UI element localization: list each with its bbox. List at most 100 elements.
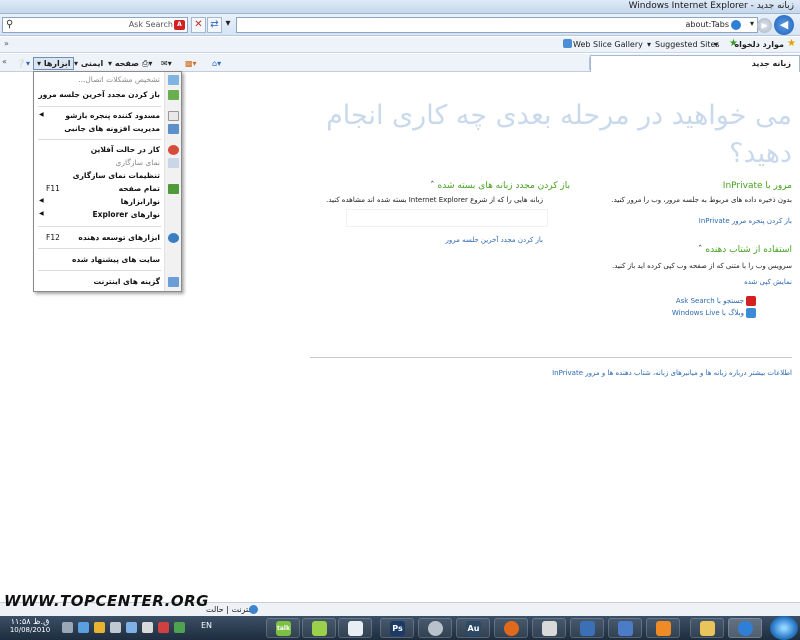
search-icon[interactable]: ⚲	[6, 19, 13, 30]
submenu-arrow-icon: ◀	[39, 197, 44, 204]
overflow-chevron-icon[interactable]: «	[2, 57, 7, 66]
taskbar-app-audition[interactable]: Au	[456, 618, 490, 638]
volume-icon[interactable]	[110, 622, 121, 633]
menu-separator	[38, 106, 161, 107]
forward-button[interactable]: ▶	[757, 18, 772, 33]
menu-item-compatibility-view[interactable]: نمای سازگاری	[34, 157, 182, 169]
chevron-down-icon: ▾	[37, 59, 44, 68]
accelerator-windows-live[interactable]: وبلاگ با Windows Live	[672, 309, 744, 317]
web-slice-icon	[563, 39, 572, 48]
inprivate-link[interactable]: باز کردن پنجره مرور InPrivate	[699, 217, 792, 225]
network-tray-icon[interactable]	[78, 622, 89, 633]
tab-title: زبانه جدید	[751, 59, 791, 68]
fav-suggested-sites[interactable]: Suggested Sites	[655, 40, 720, 49]
start-button[interactable]	[770, 616, 798, 640]
status-zone-text: اینترنت | حالت	[206, 605, 256, 614]
taskbar-app[interactable]	[532, 618, 566, 638]
language-indicator[interactable]: EN	[201, 621, 212, 630]
print-button[interactable]: ⎙▾	[138, 57, 156, 70]
accelerators-body: سرویس وب را با متنی که از صفحه وب کپی کر…	[612, 262, 792, 270]
menu-item-internet-options[interactable]: گزینه های اینترنت	[34, 276, 182, 288]
menu-separator	[38, 226, 161, 227]
favorites-star-icon[interactable]: ★	[787, 38, 796, 49]
menu-item-popup-blocker[interactable]: ◀ مسدود کننده پنجره بازشو	[34, 110, 182, 122]
back-button[interactable]: ◀	[774, 15, 794, 35]
fav-web-slice-gallery[interactable]: Web Slice Gallery	[573, 40, 643, 49]
reopen-body: زبانه هایی را که از شروع Internet Explor…	[326, 196, 543, 204]
reopen-title: باز کردن مجدد زبانه های بسته شده ˆ	[430, 181, 570, 191]
shortcut-f11: F11	[46, 184, 60, 193]
menu-item-toolbars[interactable]: ◀ نوارابزارها	[34, 196, 182, 208]
chevron-down-icon[interactable]: ▾	[647, 40, 651, 49]
read-mail-button[interactable]: ✉▾	[157, 57, 176, 70]
tools-label: ابزارها	[43, 59, 71, 68]
tools-dropdown-menu: تشخیص مشکلات اتصال... باز کردن مجدد آخری…	[33, 71, 182, 292]
taskbar-app-firefox[interactable]	[494, 618, 528, 638]
taskbar-app[interactable]	[338, 618, 372, 638]
taskbar-app[interactable]	[608, 618, 642, 638]
app-icon	[348, 621, 363, 636]
tab-new-tab[interactable]: زبانه جدید	[590, 55, 800, 72]
menu-item-diagnose-connection[interactable]: تشخیص مشکلات اتصال...	[34, 74, 182, 86]
internet-options-icon	[168, 277, 179, 287]
collapse-chevron-icon[interactable]: ˆ	[698, 245, 703, 255]
accelerators-link[interactable]: نمایش کپی شده	[744, 278, 792, 286]
menu-item-reopen-session[interactable]: باز کردن مجدد آخرین جلسه مرور	[34, 89, 182, 101]
taskbar-app-ie[interactable]	[728, 618, 762, 638]
collapse-chevron-icon[interactable]: ˆ	[430, 181, 435, 191]
shortcut-f12: F12	[46, 233, 60, 242]
search-input[interactable]: ⚲ Ask Search A	[2, 17, 188, 33]
tray-icon[interactable]	[142, 622, 153, 633]
tray-icon[interactable]	[158, 622, 169, 633]
footer-info-link[interactable]: اطلاعات بیشتر درباره زبانه ها و میانبرها…	[552, 369, 792, 377]
reopen-session-icon	[168, 90, 179, 100]
stop-button[interactable]: ✕	[191, 17, 206, 33]
taskbar-app[interactable]	[570, 618, 604, 638]
taskbar-app-explorer[interactable]	[690, 618, 724, 638]
chevron-down-icon[interactable]: ▾	[714, 40, 718, 49]
safety-menu-button[interactable]: ▾ ایمنی	[70, 57, 107, 70]
overflow-chevron-icon[interactable]: »	[4, 39, 9, 48]
menu-item-full-screen[interactable]: F11 تمام صفحه	[34, 183, 182, 195]
menu-item-suggested-sites[interactable]: سایت های پیشنهاد شده	[34, 254, 182, 266]
menu-item-compatibility-settings[interactable]: تنظیمات نمای سازگاری	[34, 170, 182, 182]
taskbar-app-photoshop[interactable]: Ps	[380, 618, 414, 638]
chevron-down-icon: ▾	[108, 59, 115, 68]
menu-item-explorer-bars[interactable]: ◀ نوارهای Explorer	[34, 209, 182, 221]
home-button[interactable]: ⌂▾	[208, 57, 225, 70]
refresh-button[interactable]: ⇄	[207, 17, 222, 33]
feeds-button[interactable]: ▩▾	[181, 57, 201, 70]
show-hidden-icons[interactable]	[62, 622, 73, 633]
help-icon[interactable]: ❔▾	[12, 57, 34, 70]
menu-item-developer-tools[interactable]: F12 ابزارهای توسعه دهنده	[34, 232, 182, 244]
disc-icon	[428, 621, 443, 636]
clock[interactable]: ۱۱:۵۸ ق.ظ 10/08/2010	[4, 617, 56, 634]
ie-page-icon	[731, 20, 741, 30]
command-row: « ❔▾ ▾ ابزارها ▾ ایمنی ▾ صفحه ⎙▾ ✉▾ ▩▾ ⌂…	[0, 54, 800, 72]
taskbar-app-talk[interactable]: talk	[266, 618, 300, 638]
reopen-link[interactable]: باز کردن مجدد آخرین جلسه مرور	[445, 236, 543, 244]
tray-icon[interactable]	[174, 622, 185, 633]
menu-item-work-offline[interactable]: کار در حالت آفلاین	[34, 144, 182, 156]
talk-icon: talk	[276, 621, 291, 636]
favorites-label[interactable]: موارد دلخواه	[734, 40, 784, 49]
tools-menu-button[interactable]: ▾ ابزارها	[33, 57, 75, 70]
app-icon	[618, 621, 633, 636]
firefox-icon	[504, 621, 519, 636]
menu-item-manage-addons[interactable]: مدیریت افزونه های جانبی	[34, 123, 182, 135]
windows-live-icon	[746, 308, 756, 318]
tray-icon[interactable]	[94, 622, 105, 633]
title-bar: زبانه جدید - Windows Internet Explorer	[0, 0, 800, 14]
address-field[interactable]: about:Tabs ▾	[236, 17, 758, 33]
ask-search-icon	[746, 296, 756, 306]
chevron-down-icon[interactable]: ▾	[750, 19, 754, 28]
tray-icon[interactable]	[126, 622, 137, 633]
taskbar-app[interactable]	[418, 618, 452, 638]
ask-logo-icon: A	[174, 20, 185, 30]
full-screen-icon	[168, 184, 179, 194]
app-icon	[580, 621, 595, 636]
taskbar-app-media-player[interactable]	[646, 618, 680, 638]
address-dropdown-icon[interactable]: ▾	[223, 17, 233, 33]
accelerator-ask-search[interactable]: جستجو با Ask Search	[676, 297, 744, 305]
taskbar-app[interactable]	[302, 618, 336, 638]
